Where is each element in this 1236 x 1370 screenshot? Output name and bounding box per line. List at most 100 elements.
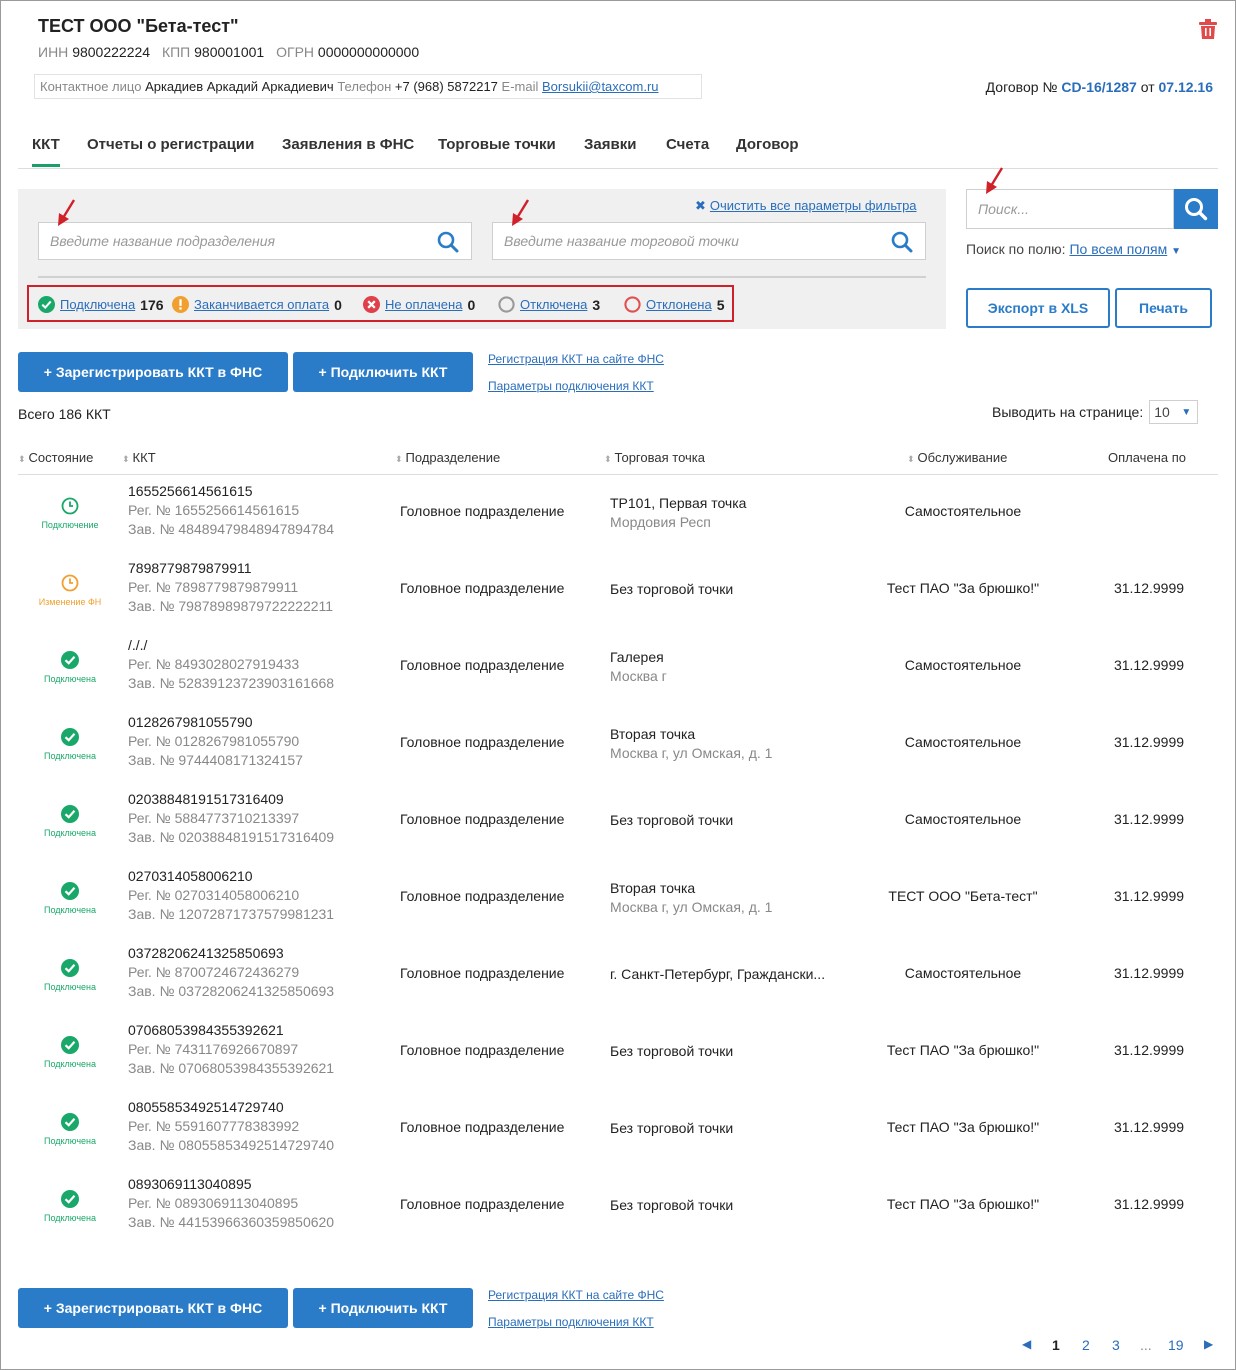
per-page-value: 10 xyxy=(1154,404,1170,420)
contract-number[interactable]: CD-16/1287 xyxy=(1061,79,1137,95)
sort-icon: ⬍ xyxy=(18,454,26,464)
page-1[interactable]: 1 xyxy=(1052,1337,1060,1353)
column-header-state[interactable]: ⬍ Состояние xyxy=(18,450,93,465)
tab-trade-points[interactable]: Торговые точки xyxy=(438,136,556,153)
kkt-name[interactable]: 7898779879879911 xyxy=(128,559,333,578)
status-payment-ending[interactable]: Заканчивается оплата 0 xyxy=(172,296,342,313)
point-address: Москва г, ул Омская, д. 1 xyxy=(610,745,773,761)
fns-registration-link[interactable]: Регистрация ККТ на сайте ФНС xyxy=(488,352,664,366)
division-cell: Головное подразделение xyxy=(400,657,565,673)
column-header-paid: Оплачена по xyxy=(1108,450,1186,465)
search-icon[interactable] xyxy=(437,231,459,253)
point-name: Без торговой точки xyxy=(610,1197,734,1213)
reg-label: Рег. № xyxy=(128,887,171,903)
column-header-point[interactable]: ⬍ Торговая точка xyxy=(604,450,705,465)
per-page-select[interactable]: 10 ▼ xyxy=(1149,400,1199,424)
table-row[interactable]: Подключена 03728206241325850693 Рег. № 870… xyxy=(18,937,1218,1014)
clear-filter-label[interactable]: Очистить все параметры фильтра xyxy=(710,198,917,213)
tab-fns-applications[interactable]: Заявления в ФНС xyxy=(282,136,414,153)
division-cell: Головное подразделение xyxy=(400,888,565,904)
kkt-name[interactable]: 0270314058006210 xyxy=(128,867,334,886)
table-row[interactable]: Подключена 0128267981055790 Рег. № 0128267… xyxy=(18,706,1218,783)
reg-label: Рег. № xyxy=(128,502,171,518)
status-disconnected[interactable]: Отключена 3 xyxy=(498,296,600,313)
next-page-icon[interactable]: ▶ xyxy=(1204,1337,1213,1351)
tab-registration-reports[interactable]: Отчеты о регистрации xyxy=(87,136,254,153)
paid-cell: 31.12.9999 xyxy=(1113,1119,1185,1135)
reg-number: 5591607778383992 xyxy=(174,1118,300,1134)
table-row[interactable]: Подключена /././Рег. № 8493028027919433 За… xyxy=(18,629,1218,706)
status-label[interactable]: Подключена xyxy=(60,297,135,312)
register-kkt-button[interactable]: + Зарегистрировать ККТ в ФНС xyxy=(18,352,288,392)
prev-page-icon[interactable]: ◀ xyxy=(1022,1337,1031,1351)
kkt-name[interactable]: 0893069113040895 xyxy=(128,1175,334,1194)
state-label: Подключена xyxy=(43,1213,97,1223)
table-row[interactable]: Подключена 07068053984355392621 Рег. № 743… xyxy=(18,1014,1218,1091)
status-label[interactable]: Отключена xyxy=(520,297,587,312)
trash-icon[interactable] xyxy=(1199,19,1217,39)
division-input[interactable] xyxy=(39,223,471,259)
reg-number: 5884773710213397 xyxy=(174,810,300,826)
kkt-name[interactable]: 0128267981055790 xyxy=(128,713,303,732)
table-row[interactable]: Подключена 08055853492514729740 Рег. № 559… xyxy=(18,1091,1218,1168)
page-3[interactable]: 3 xyxy=(1112,1337,1120,1353)
global-search-button[interactable] xyxy=(1174,189,1218,229)
email-link[interactable]: Borsukii@taxcom.ru xyxy=(542,79,659,94)
tab-kkt[interactable]: ККТ xyxy=(32,136,60,167)
kkt-name[interactable]: 03728206241325850693 xyxy=(128,944,334,963)
status-rejected[interactable]: Отклонена 5 xyxy=(624,296,724,313)
sort-icon: ⬍ xyxy=(604,454,612,464)
zav-label: Зав. № xyxy=(128,598,175,614)
page-2[interactable]: 2 xyxy=(1082,1337,1090,1353)
print-button[interactable]: Печать xyxy=(1115,288,1212,328)
service-cell: Самостоятельное xyxy=(904,734,1022,750)
connection-params-link-bottom[interactable]: Параметры подключения ККТ xyxy=(488,1315,654,1329)
register-kkt-button-bottom[interactable]: + Зарегистрировать ККТ в ФНС xyxy=(18,1288,288,1328)
table-row[interactable]: Подключена 0270314058006210 Рег. № 0270314… xyxy=(18,860,1218,937)
check-circle-icon xyxy=(38,296,55,313)
zav-label: Зав. № xyxy=(128,1137,175,1153)
paid-cell: 31.12.9999 xyxy=(1113,734,1185,750)
point-address: Мордовия Респ xyxy=(610,514,711,530)
fns-registration-link-bottom[interactable]: Регистрация ККТ на сайте ФНС xyxy=(488,1288,664,1302)
column-header-kkt[interactable]: ⬍ ККТ xyxy=(122,450,156,465)
kkt-name[interactable]: 08055853492514729740 xyxy=(128,1098,334,1117)
phone-label: Телефон xyxy=(337,79,392,94)
export-xls-button[interactable]: Экспорт в XLS xyxy=(966,288,1110,328)
table-row[interactable]: Подключена 02038848191517316409 Рег. № 588… xyxy=(18,783,1218,860)
state-label: Подключена xyxy=(43,751,97,761)
search-field-value[interactable]: По всем полям xyxy=(1069,241,1167,257)
clear-filter-link[interactable]: ✖ Очистить все параметры фильтра xyxy=(695,198,917,214)
kkt-info: 08055853492514729740 Рег. № 5591607778383… xyxy=(128,1098,334,1155)
kkt-name[interactable]: 07068053984355392621 xyxy=(128,1021,334,1040)
tab-contract[interactable]: Договор xyxy=(736,136,799,153)
table-row[interactable]: Подключена 0893069113040895 Рег. № 0893069… xyxy=(18,1168,1218,1245)
table-row[interactable]: Подключение 1655256614561615 Рег. № 165525… xyxy=(18,475,1218,552)
table-row[interactable]: Изменение ФН 7898779879879911 Рег. № 78987… xyxy=(18,552,1218,629)
kkt-name[interactable]: 1655256614561615 xyxy=(128,482,334,501)
kkt-name[interactable]: 02038848191517316409 xyxy=(128,790,334,809)
point-name: г. Санкт-Петербург, Граждански... xyxy=(610,966,826,982)
kkt-name[interactable]: /././ xyxy=(128,636,334,655)
service-cell: Самостоятельное xyxy=(904,657,1022,673)
column-header-division[interactable]: ⬍ Подразделение xyxy=(395,450,500,465)
annotation-arrow-icon xyxy=(986,167,1004,194)
page-19[interactable]: 19 xyxy=(1168,1337,1184,1353)
company-requisites: ИНН 9800222224 КПП 980001001 ОГРН 000000… xyxy=(38,44,427,60)
column-header-service[interactable]: ⬍ Обслуживание xyxy=(907,450,1007,465)
status-connected[interactable]: Подключена 176 xyxy=(38,296,164,313)
status-unpaid[interactable]: Не оплачена 0 xyxy=(363,296,475,313)
search-icon[interactable] xyxy=(891,231,913,253)
point-input[interactable] xyxy=(493,223,925,259)
annotation-arrow-icon xyxy=(58,199,76,226)
status-label[interactable]: Отклонена xyxy=(646,297,712,312)
connection-params-link[interactable]: Параметры подключения ККТ xyxy=(488,379,654,393)
caret-down-icon[interactable]: ▼ xyxy=(1171,246,1181,257)
connect-kkt-button[interactable]: + Подключить ККТ xyxy=(293,352,473,392)
status-label[interactable]: Заканчивается оплата xyxy=(194,297,329,312)
connect-kkt-button-bottom[interactable]: + Подключить ККТ xyxy=(293,1288,473,1328)
tab-requests[interactable]: Заявки xyxy=(584,136,636,153)
tab-invoices[interactable]: Счета xyxy=(666,136,709,153)
point-address: Москва г, ул Омская, д. 1 xyxy=(610,899,773,915)
status-label[interactable]: Не оплачена xyxy=(385,297,462,312)
